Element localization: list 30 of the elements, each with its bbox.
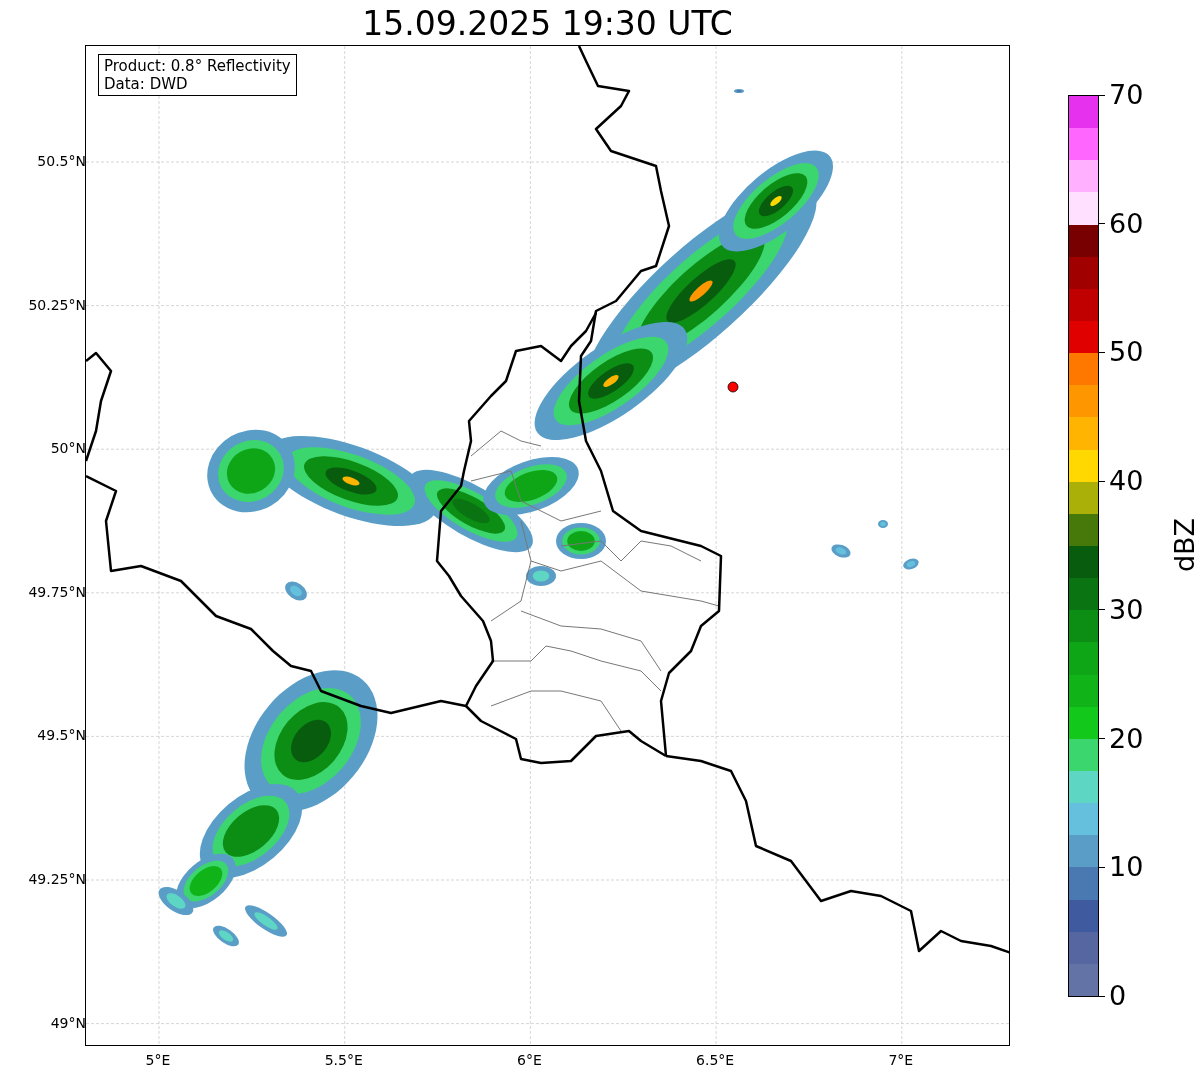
latitude-label: 50.25°N (28, 296, 86, 313)
longitude-label: 6.5°E (695, 1052, 736, 1068)
latitude-label: 49.25°N (28, 871, 86, 887)
district-boundary (470, 430, 542, 457)
longitude-label: 5°E (144, 1052, 172, 1068)
latitude-label: 49°N (50, 1014, 86, 1031)
latitude-label: 50°N (50, 440, 86, 457)
longitude-label: 6°E (516, 1052, 543, 1068)
colorbar-tick-label: 50 (1109, 337, 1144, 368)
info-text: Product: 0.8° Reflectivity (104, 57, 291, 75)
latitude-label: 49.75°N (28, 583, 86, 600)
colorbar-tick-label: 70 (1109, 80, 1144, 110)
colorbar-label: dBZ (1170, 517, 1201, 573)
latitude-label: 50.5°N (37, 153, 86, 169)
info-text: Data: DWD (104, 75, 189, 93)
precipitation-area (878, 520, 888, 528)
radar-site-marker (727, 381, 739, 393)
chart-title: 15.09.2025 19:30 UTC (361, 3, 734, 45)
colorbar-tick-label: 30 (1109, 594, 1144, 625)
colorbar-tick-label: 20 (1109, 723, 1144, 754)
longitude-label: 5.5°E (323, 1052, 364, 1068)
latitude-label: 49.5°N (37, 727, 86, 744)
colorbar-tick-label: 60 (1109, 208, 1144, 239)
colorbar-tick-label: 40 (1109, 466, 1144, 497)
precipitation-area (831, 544, 851, 558)
longitude-label: 7°E (887, 1052, 915, 1068)
colorbar-tick-label: 0 (1109, 981, 1127, 1011)
precipitation-area (903, 558, 919, 570)
colorbar-tick-label: 10 (1109, 852, 1144, 883)
precipitation-area (734, 89, 744, 93)
